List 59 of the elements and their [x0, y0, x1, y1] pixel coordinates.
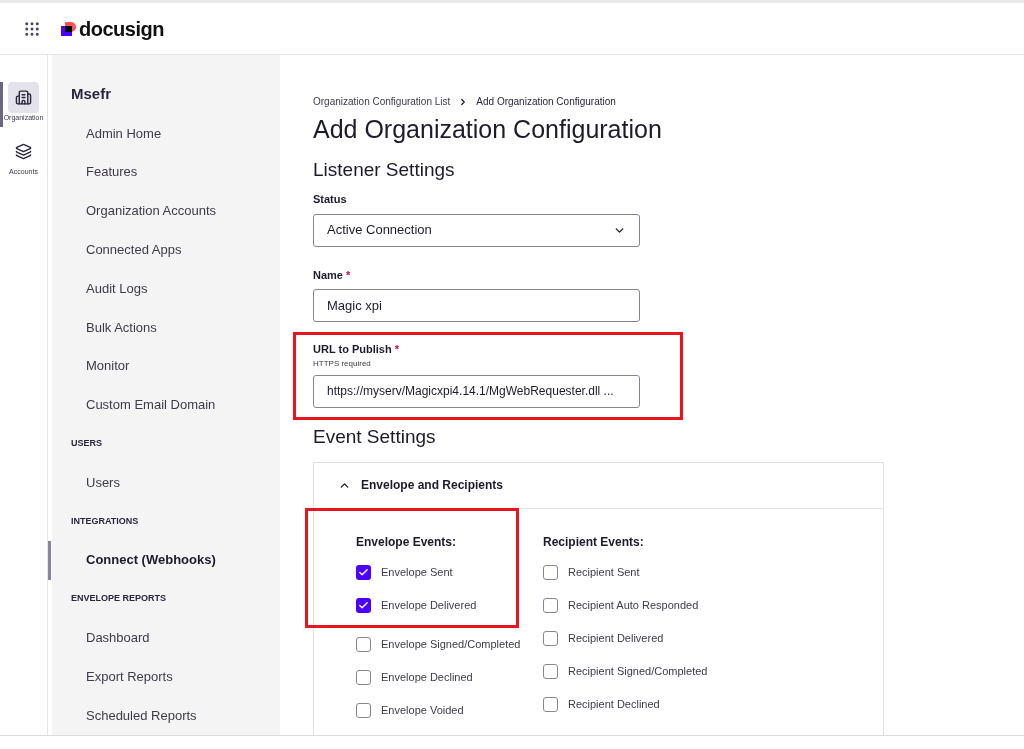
sidebar-item[interactable]: Custom Email Domain	[48, 385, 280, 425]
checkbox[interactable]	[356, 636, 371, 652]
checkbox-label: Envelope Declined	[381, 669, 473, 685]
sidebar-item[interactable]: Scheduled Reports	[48, 696, 280, 735]
sidebar-item[interactable]: Monitor	[48, 346, 280, 386]
checkbox-label: Envelope Voided	[381, 702, 464, 718]
field-hint: HTTPS required	[313, 357, 372, 370]
checkbox[interactable]	[543, 663, 558, 679]
checkbox[interactable]	[356, 669, 371, 685]
checkbox[interactable]	[356, 597, 371, 613]
sidebar-item[interactable]: Connect (Webhooks)	[48, 540, 280, 580]
checkbox-label: Recipient Signed/Completed	[568, 663, 708, 679]
sidebar-title: Msefr	[70, 84, 112, 104]
section-heading: INTEGRATIONS	[70, 514, 140, 528]
column-heading: Recipient Events:	[543, 533, 645, 551]
name-field[interactable]: Magic xpi	[313, 289, 640, 322]
sidebar-item[interactable]: Admin Home	[48, 113, 280, 153]
building-icon	[15, 89, 32, 106]
checkbox[interactable]	[543, 597, 558, 613]
sidebar-item[interactable]: Bulk Actions	[48, 307, 280, 347]
sidebar-item[interactable]: Export Reports	[48, 657, 280, 697]
checkbox[interactable]	[356, 564, 371, 580]
breadcrumb-link[interactable]: Organization Configuration List	[313, 94, 451, 109]
url-field[interactable]: https://myserv/Magicxpi4.14.1/MgWebRequester.dll ...	[313, 374, 640, 408]
section-heading: ENVELOPE REPORTS	[70, 592, 168, 606]
checkbox-label: Recipient Delivered	[568, 630, 664, 646]
sidebar-item[interactable]: Connected Apps	[48, 230, 280, 270]
checkbox[interactable]	[543, 630, 558, 646]
checkbox-label: Recipient Sent	[568, 564, 640, 580]
checkbox-label: Envelope Delivered	[381, 597, 477, 613]
checkbox-label: Envelope Sent	[381, 564, 453, 580]
field-label: Status	[313, 192, 348, 207]
sidebar-item[interactable]: Users	[48, 463, 280, 502]
status-dropdown[interactable]: Active Connection	[313, 213, 640, 247]
sidebar-item[interactable]: Features	[48, 152, 280, 192]
page-title: Add Organization Configuration	[313, 114, 663, 145]
layers-icon	[15, 142, 32, 160]
column-heading: Envelope Events:	[356, 533, 458, 551]
logo-wordmark: docusign	[79, 16, 164, 42]
sidebar-item[interactable]: Audit Logs	[48, 269, 280, 308]
app-grid-icon[interactable]	[23, 19, 41, 38]
checkbox-label: Recipient Declined	[568, 696, 660, 712]
sidebar-item[interactable]: Organization Accounts	[48, 191, 280, 231]
field-label: Name *	[313, 267, 352, 283]
accordion-header[interactable]: Envelope and Recipients	[314, 462, 883, 509]
checkbox-label: Envelope Signed/Completed	[381, 636, 521, 652]
checkbox[interactable]	[543, 564, 558, 580]
checkbox[interactable]	[356, 702, 371, 718]
checkbox[interactable]	[543, 696, 558, 712]
sidebar-item[interactable]: Dashboard	[48, 618, 280, 658]
field-label: URL to Publish *	[313, 342, 400, 357]
check-icon	[358, 599, 369, 611]
breadcrumb-current: Add Organization Configuration	[476, 95, 616, 109]
checkbox-label: Recipient Auto Responded	[568, 597, 699, 613]
check-icon	[358, 566, 369, 578]
section-title: Listener Settings	[313, 158, 456, 182]
logo-icon	[61, 20, 77, 37]
section-heading: USERS	[70, 437, 103, 451]
section-title: Event Settings	[313, 424, 437, 449]
